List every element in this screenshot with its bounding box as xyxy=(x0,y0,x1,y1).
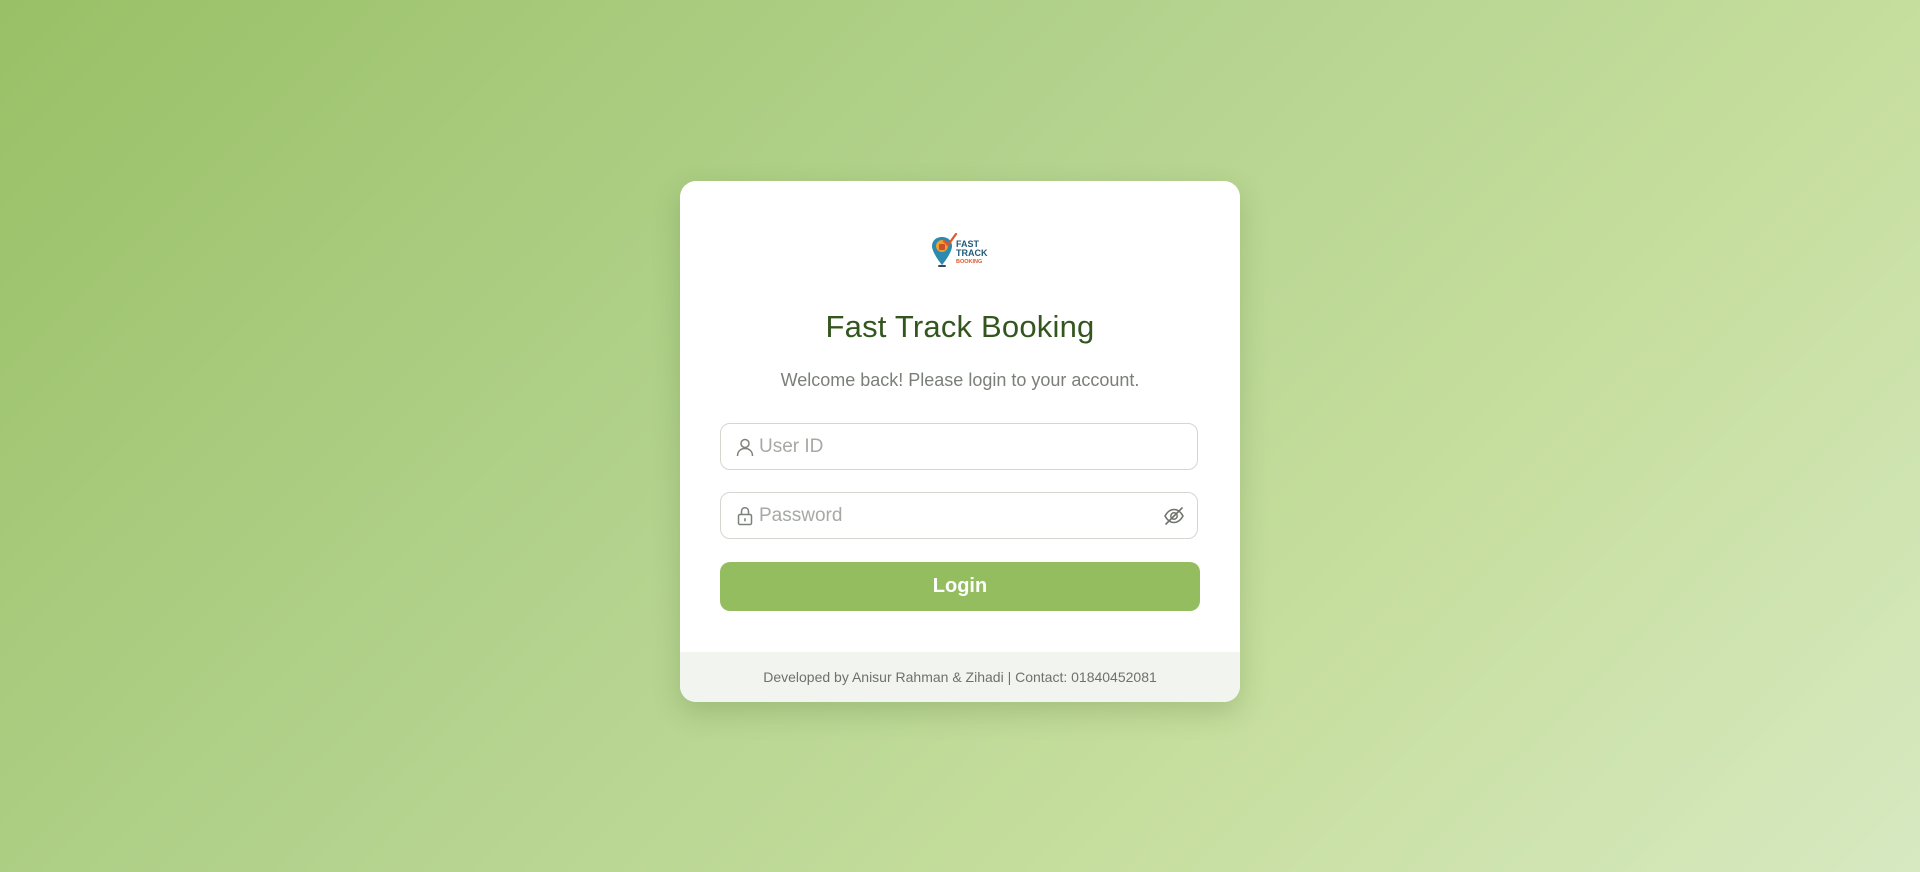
password-field[interactable] xyxy=(720,492,1198,539)
eye-slash-icon[interactable] xyxy=(1163,505,1185,527)
login-button[interactable]: Login xyxy=(720,562,1200,611)
brand-logo-graphic: FAST TRACK BOOKING xyxy=(932,232,988,267)
user-id-input[interactable] xyxy=(759,424,1149,469)
login-card: FAST TRACK BOOKING Fast Track Booking We… xyxy=(680,181,1240,702)
login-card-body: FAST TRACK BOOKING Fast Track Booking We… xyxy=(680,181,1240,653)
lock-icon xyxy=(735,506,755,526)
user-icon xyxy=(735,437,755,457)
password-input[interactable] xyxy=(759,493,1149,538)
logo-text-booking: BOOKING xyxy=(956,259,982,265)
footer-credits: Developed by Anisur Rahman & Zihadi | Co… xyxy=(680,652,1240,702)
user-id-field[interactable] xyxy=(720,423,1198,470)
logo-text-track: TRACK xyxy=(956,248,988,258)
page-title: Fast Track Booking xyxy=(825,309,1095,344)
page-subtitle: Welcome back! Please login to your accou… xyxy=(780,370,1140,390)
brand-logo: FAST TRACK BOOKING xyxy=(930,232,992,273)
